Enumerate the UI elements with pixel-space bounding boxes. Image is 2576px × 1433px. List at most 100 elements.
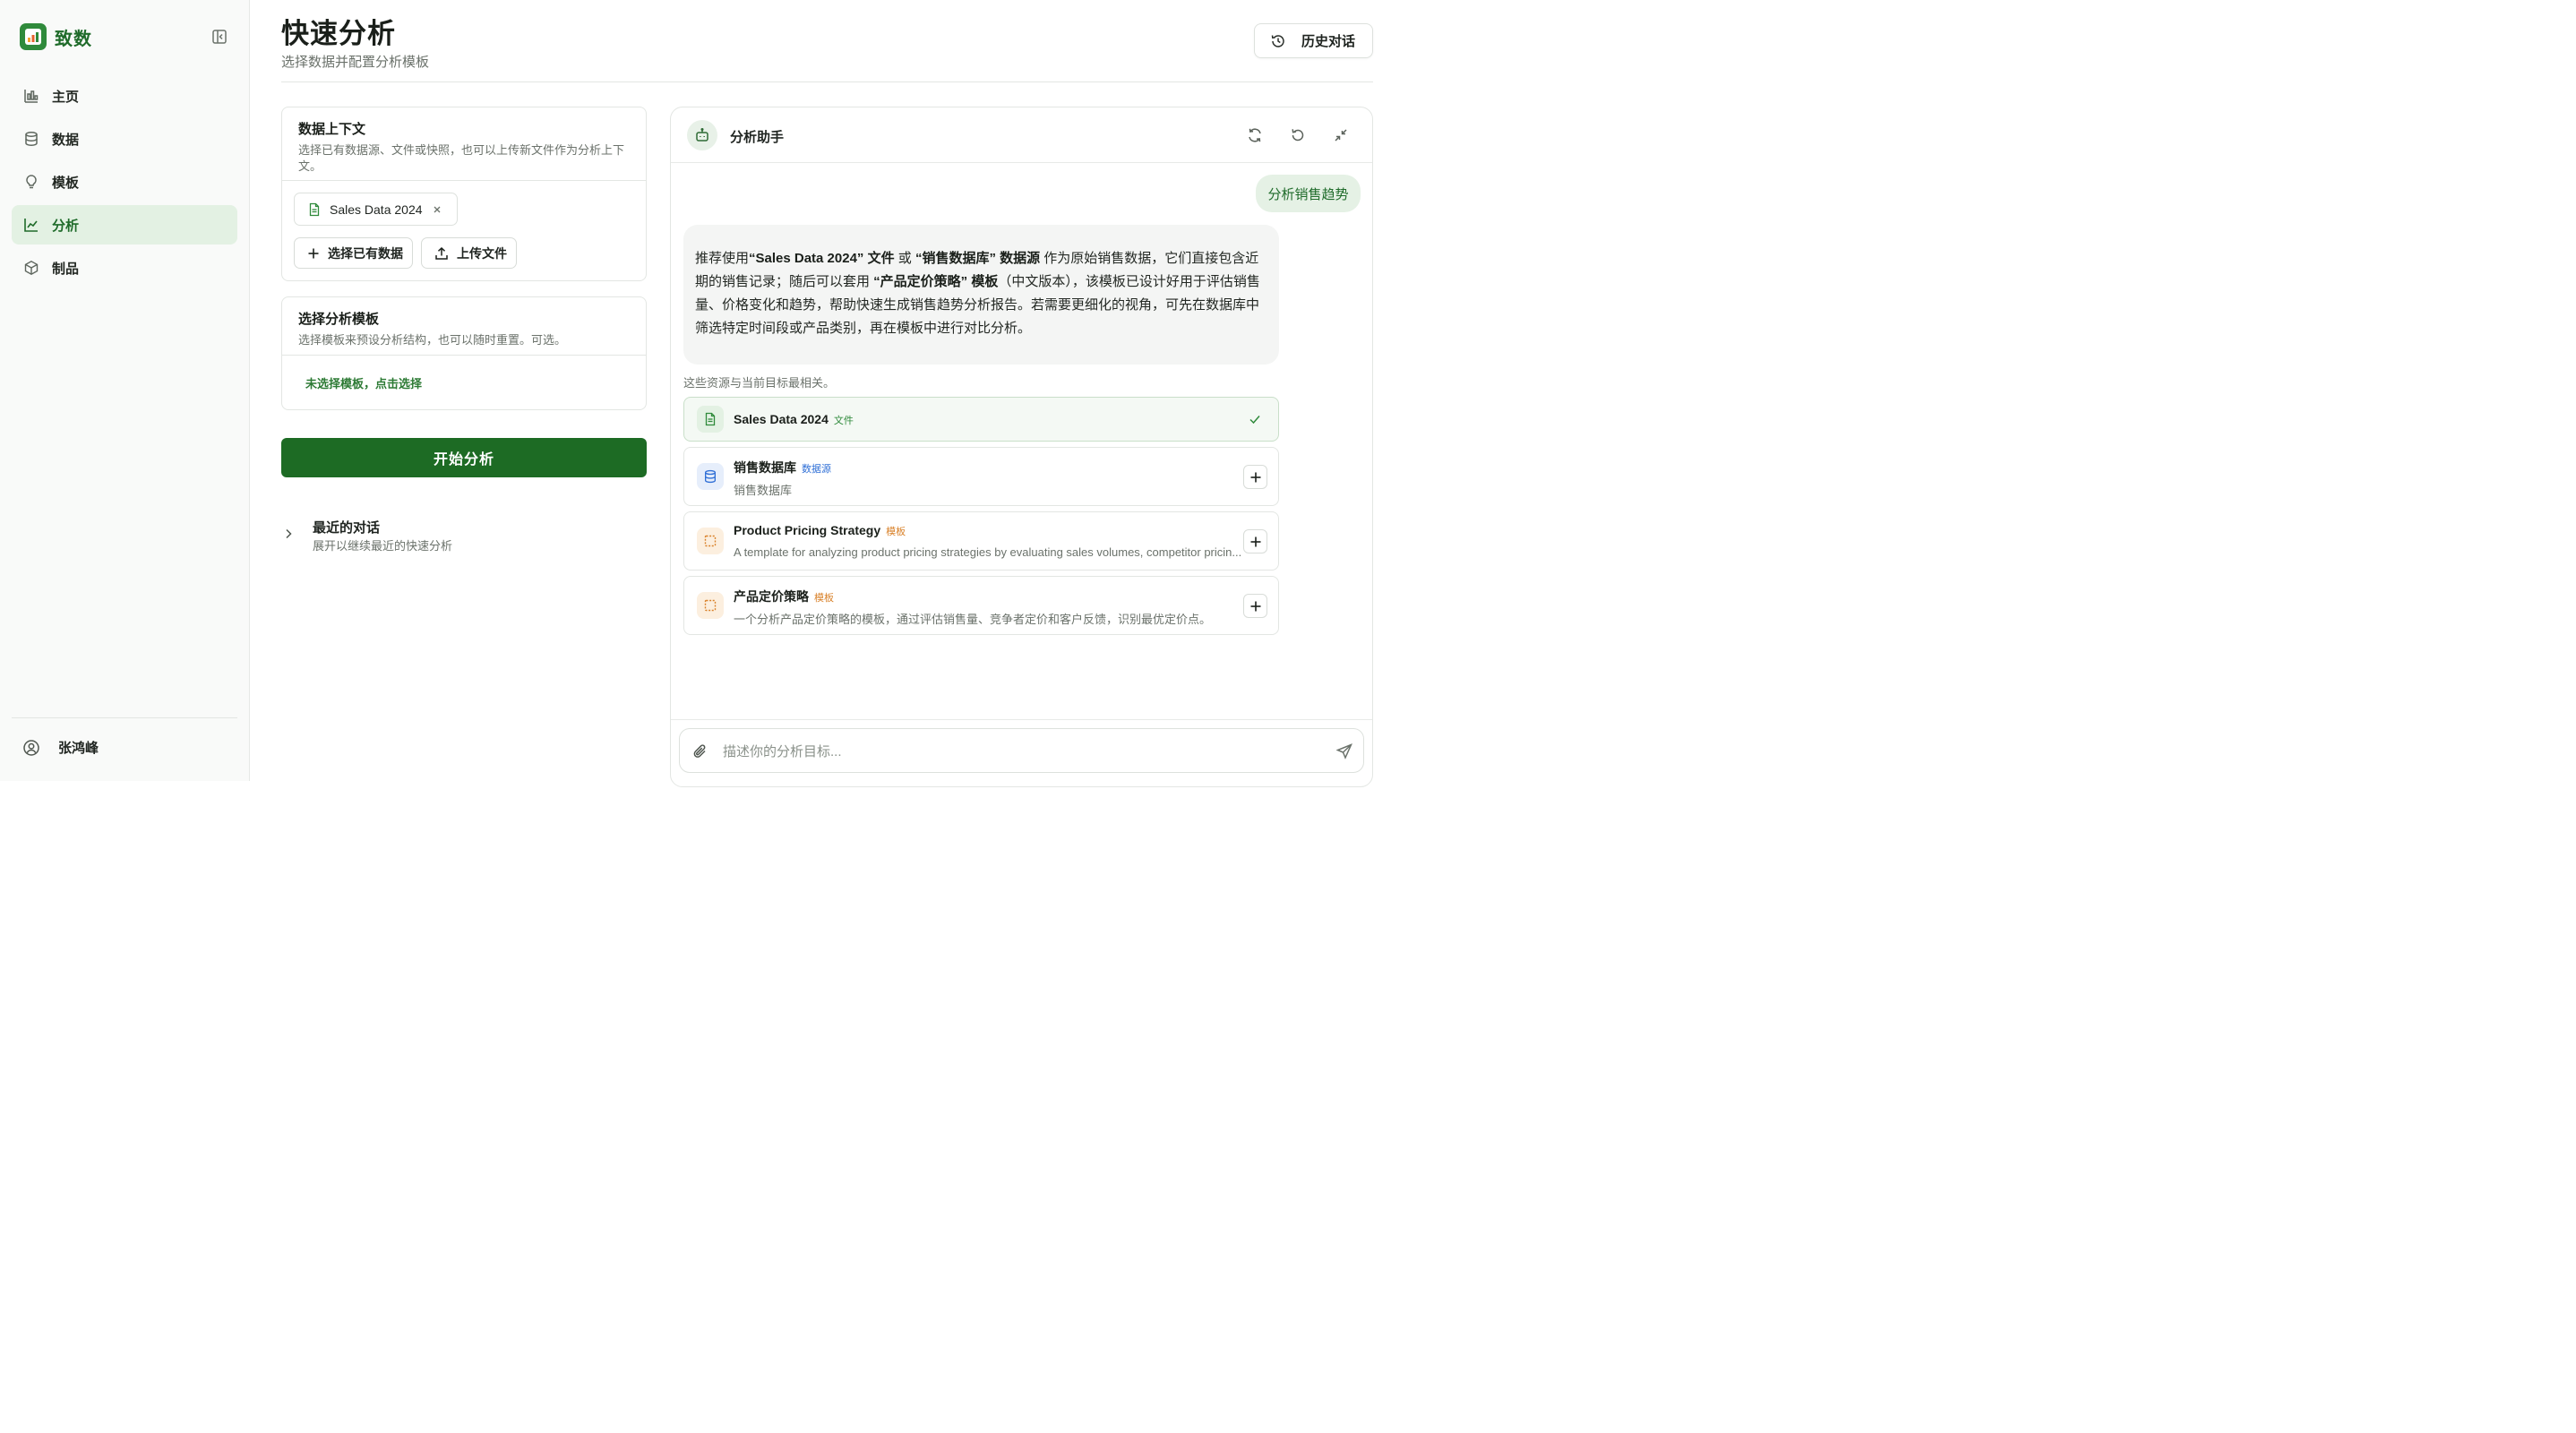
sidebar-item-artifacts[interactable]: 制品 [12,248,237,287]
resource-item[interactable]: Sales Data 2024 文件 [683,397,1279,442]
chat-panel: 分析助手 分析销售趋势 推荐使用“Sales Data 2024” 文件 或 “… [670,107,1373,787]
pick-template-link[interactable]: 未选择模板，点击选择 [305,374,422,391]
database-icon [697,463,724,490]
resource-tag: 数据源 [802,464,831,475]
file-icon [307,202,322,217]
chat-title: 分析助手 [730,130,785,145]
selected-data-chip[interactable]: Sales Data 2024 [294,193,458,226]
check-icon [1248,412,1262,426]
upload-file-button[interactable]: 上传文件 [421,237,517,269]
resource-item[interactable]: 产品定价策略 模板 一个分析产品定价策略的模板，通过评估销售量、竞争者定价和客户反… [683,576,1279,635]
resource-tag: 模板 [886,527,906,537]
resource-tag: 文件 [833,416,854,426]
chip-label: Sales Data 2024 [330,202,423,217]
plus-icon [307,247,320,260]
card-divider [282,355,646,356]
resource-description: 一个分析产品定价策略的模板，通过评估销售量、竞争者定价和客户反馈，识别最优定价点… [734,613,1212,626]
user-profile[interactable]: 张鸿峰 [22,738,99,757]
assistant-highlight: “销售数据库” 数据源 [914,251,1041,266]
resource-name: Sales Data 2024 文件 [734,412,854,427]
recent-description: 展开以继续最近的快速分析 [313,539,453,553]
paperclip-icon[interactable] [691,742,709,760]
template-card: 选择分析模板 选择模板来预设分析结构，也可以随时重置。可选。 [281,296,647,410]
assistant-highlight: “产品定价策略” 模板 [873,274,999,289]
upload-label: 上传文件 [457,245,507,261]
send-icon[interactable] [1335,742,1353,760]
brand[interactable]: 致数 [20,23,92,50]
chat-header: 分析助手 [671,107,1372,163]
resource-item[interactable]: Product Pricing Strategy 模板 A template fo… [683,511,1279,571]
plus-icon [1250,601,1260,611]
template-description: 选择模板来预设分析结构，也可以随时重置。可选。 [298,333,567,347]
app-logo-icon [20,23,47,50]
add-resource-button[interactable] [1243,465,1267,489]
user-avatar-icon [22,739,40,757]
resource-name: 产品定价策略 模板 [734,588,834,605]
history-button[interactable]: 历史对话 [1254,23,1373,58]
sidebar-item-label: 主页 [52,89,80,105]
resource-title: 产品定价策略 [734,589,809,604]
remove-chip-icon[interactable] [431,203,443,216]
history-button-label: 历史对话 [1301,34,1356,49]
sidebar: 致数 主页 数据 模板 分析 制品 张鸿峰 [0,0,250,781]
bar-chart-icon [23,88,39,104]
resource-title: Product Pricing Strategy [734,523,881,537]
minimize-icon[interactable] [1332,126,1350,144]
brand-name: 致数 [55,29,92,49]
resource-title: 销售数据库 [734,460,796,475]
sidebar-item-analysis[interactable]: 分析 [12,205,237,245]
plus-icon [1250,536,1260,546]
history-icon [1270,33,1286,49]
chat-input-box [679,728,1364,773]
sidebar-item-label: 制品 [52,261,80,277]
refresh-icon[interactable] [1246,126,1264,144]
line-chart-icon [23,217,39,233]
sidebar-item-label: 模板 [52,175,80,191]
assistant-text: 或 [894,251,915,266]
data-context-title: 数据上下文 [298,122,366,137]
analysis-goal-input[interactable] [723,741,1314,762]
user-message: 分析销售趋势 [1256,175,1361,212]
assistant-message: 推荐使用“Sales Data 2024” 文件 或 “销售数据库” 数据源 作… [683,225,1279,365]
template-icon [697,592,724,619]
template-title: 选择分析模板 [298,312,380,327]
sidebar-nav: 主页 数据 模板 分析 制品 [12,76,237,291]
sidebar-item-home[interactable]: 主页 [12,76,237,116]
template-icon [697,528,724,554]
package-icon [23,260,39,276]
resource-item[interactable]: 销售数据库 数据源 销售数据库 [683,447,1279,506]
data-context-description: 选择已有数据源、文件或快照，也可以上传新文件作为分析上下文。 [298,143,625,173]
start-analysis-button[interactable]: 开始分析 [281,438,647,477]
user-name: 张鸿峰 [58,741,99,756]
lightbulb-icon [23,174,39,190]
select-existing-label: 选择已有数据 [328,245,403,261]
recent-title: 最近的对话 [313,520,381,536]
sidebar-item-data[interactable]: 数据 [12,119,237,159]
resource-description: A template for analyzing product pricing… [734,545,1242,559]
assistant-highlight: “Sales Data 2024” 文件 [749,251,895,266]
upload-icon [434,246,449,261]
card-divider [282,180,646,181]
resource-title: Sales Data 2024 [734,412,829,426]
resource-name: 销售数据库 数据源 [734,459,831,476]
sidebar-collapse-icon[interactable] [210,28,228,46]
resource-name: Product Pricing Strategy 模板 [734,523,906,538]
reset-icon[interactable] [1289,126,1307,144]
file-icon [697,406,724,433]
add-resource-button[interactable] [1243,529,1267,553]
plus-icon [1250,472,1260,482]
chevron-right-icon [281,527,296,541]
database-icon [23,131,39,147]
select-existing-data-button[interactable]: 选择已有数据 [294,237,413,269]
chat-footer-divider [671,719,1372,720]
assistant-text: 推荐使用 [695,251,750,266]
sidebar-item-templates[interactable]: 模板 [12,162,237,202]
sidebar-divider [12,717,237,718]
sidebar-item-label: 数据 [52,132,80,148]
page-title: 快速分析 [281,18,396,49]
related-resources-note: 这些资源与当前目标最相关。 [683,376,836,390]
sidebar-item-label: 分析 [52,218,80,234]
add-resource-button[interactable] [1243,594,1267,618]
resource-description: 销售数据库 [734,484,793,497]
page-subtitle: 选择数据并配置分析模板 [281,55,430,70]
